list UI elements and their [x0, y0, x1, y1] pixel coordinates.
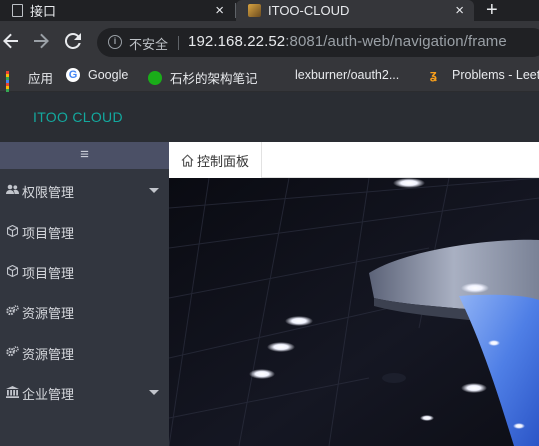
wechat-icon [148, 70, 162, 85]
bookmark-label: 石杉的架构笔记 [170, 72, 258, 86]
cogs-icon [5, 305, 19, 319]
browser-tab-title: 接口 [30, 4, 57, 19]
dashboard-background-image [169, 178, 539, 446]
bank-icon [5, 385, 19, 401]
sidebar-item-label: 权限管理 [22, 184, 75, 200]
app-header: ITOO CLOUD [0, 92, 539, 142]
chevron-down-icon [149, 390, 159, 395]
apps-icon [6, 70, 20, 98]
sidebar-item-label: 项目管理 [22, 225, 75, 241]
omnibox-divider [178, 36, 179, 50]
address-bar[interactable]: i 不安全 192.168.22.52:8081/auth-web/naviga… [97, 28, 539, 57]
url-path: :8081/auth-web/navigation/frame [285, 33, 507, 50]
content-tabs-bar: 控制面板 [169, 142, 539, 178]
sidebar-item-resources-2[interactable]: 资源管理 [0, 333, 169, 373]
bookmarks-bar: 应用 G Google 石杉的架构笔记 lexburner/oauth2... … [0, 61, 539, 98]
google-icon: G [66, 68, 80, 82]
security-label[interactable]: 不安全 [129, 34, 168, 53]
url-host: 192.168.22.52 [188, 33, 286, 50]
sidebar: ≡ 权限管理 项目管理 项目管理 资源管理 资源管理 企业管理 [0, 142, 169, 446]
sidebar-item-resources[interactable]: 资源管理 [0, 292, 169, 332]
forward-arrow-icon[interactable] [30, 28, 52, 54]
browser-tab-title: ITOO-CLOUD [268, 3, 350, 18]
sidebar-toggle-button[interactable]: ≡ [0, 142, 169, 169]
back-arrow-icon[interactable] [0, 28, 22, 54]
bookmark-apps[interactable]: 应用 [6, 68, 54, 98]
chevron-down-icon [149, 188, 159, 193]
cube-icon [5, 224, 19, 240]
new-tab-button[interactable]: + [486, 0, 498, 20]
users-icon [5, 184, 19, 198]
leetcode-icon: ʓ [430, 67, 437, 82]
reload-icon[interactable] [62, 28, 84, 54]
tab-label: 控制面板 [197, 153, 250, 169]
bookmark-shishan[interactable]: 石杉的架构笔记 [148, 68, 258, 87]
cube-icon [5, 264, 19, 280]
cogs-icon [5, 346, 19, 360]
sidebar-item-label: 企业管理 [22, 386, 75, 402]
ceiling-lights-image [169, 178, 539, 446]
sidebar-item-projects-2[interactable]: 项目管理 [0, 252, 169, 292]
browser-toolbar: i 不安全 192.168.22.52:8081/auth-web/naviga… [0, 21, 539, 61]
sidebar-item-projects[interactable]: 项目管理 [0, 212, 169, 252]
info-icon[interactable]: i [108, 35, 122, 49]
bookmark-label: Problems - Leet [452, 68, 539, 82]
home-icon [181, 154, 194, 167]
bookmark-leetcode[interactable]: ʓ Problems - Leet [430, 67, 539, 83]
tab-dashboard[interactable]: 控制面板 [169, 142, 262, 178]
brand-logo[interactable]: ITOO CLOUD [33, 109, 123, 125]
hamburger-icon: ≡ [80, 146, 89, 163]
sidebar-item-permissions[interactable]: 权限管理 [0, 171, 169, 211]
bookmark-lexburner[interactable]: lexburner/oauth2... [277, 68, 399, 82]
page-icon [12, 4, 23, 17]
sidebar-item-label: 资源管理 [22, 305, 75, 321]
bookmark-google[interactable]: G Google [66, 68, 128, 82]
bookmark-label: Google [88, 68, 129, 82]
sidebar-item-enterprise[interactable]: 企业管理 [0, 373, 169, 413]
close-tab-icon[interactable]: × [215, 1, 224, 20]
url-text[interactable]: 192.168.22.52:8081/auth-web/navigation/f… [188, 33, 507, 50]
sidebar-item-label: 项目管理 [22, 265, 75, 281]
browser-tab-strip: 接口 × ITOO-CLOUD × + [0, 0, 539, 21]
browser-tab-itoo-cloud[interactable]: ITOO-CLOUD × [236, 0, 474, 21]
page-icon [277, 68, 287, 82]
site-favicon-icon [248, 4, 261, 17]
bookmark-label: 应用 [28, 72, 54, 86]
sidebar-item-label: 资源管理 [22, 346, 75, 362]
close-tab-icon[interactable]: × [455, 1, 464, 20]
browser-tab-jiekou[interactable]: 接口 × [0, 0, 234, 21]
bookmark-label: lexburner/oauth2... [295, 68, 400, 82]
